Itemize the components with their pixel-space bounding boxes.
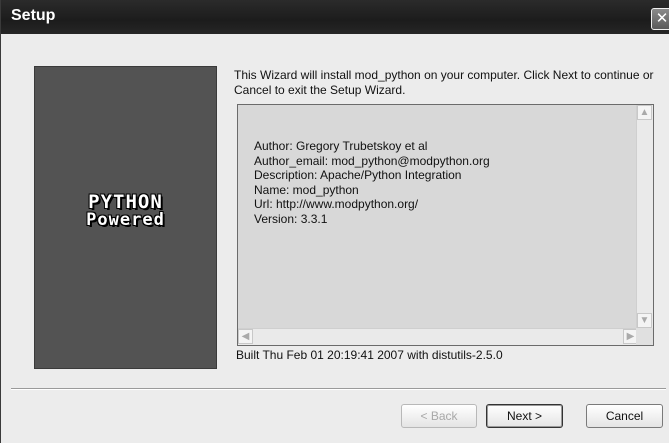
info-line-description: Description: Apache/Python Integration (254, 168, 462, 182)
footer-separator (11, 388, 666, 390)
close-button[interactable]: ✕ (651, 8, 669, 30)
scroll-up-button[interactable]: ▲ (637, 105, 652, 120)
scroll-down-button[interactable]: ▼ (637, 313, 652, 328)
build-info-text: Built Thu Feb 01 20:19:41 2007 with dist… (236, 348, 503, 362)
cancel-button[interactable]: Cancel (586, 404, 663, 428)
up-arrow-icon: ▲ (639, 107, 650, 118)
vertical-scrollbar[interactable]: ▲ ▼ (636, 105, 653, 328)
logo-line-2: Powered (86, 210, 165, 230)
down-arrow-icon: ▼ (639, 315, 650, 326)
title-bar[interactable]: Setup ✕ (1, 0, 669, 34)
package-info-box[interactable]: Author: Gregory Trubetskoy et al Author_… (237, 104, 654, 346)
python-powered-logo: PYTHON Powered (34, 66, 217, 369)
info-line-version: Version: 3.3.1 (254, 211, 328, 226)
horizontal-scrollbar[interactable]: ◀ ▶ (238, 328, 638, 345)
info-line-name: Name: mod_python (254, 182, 359, 197)
info-line-author: Author: Gregory Trubetskoy et al (254, 139, 428, 153)
right-arrow-icon: ▶ (626, 331, 635, 342)
info-line-author-email: Author_email: mod_python@modpython.org (254, 153, 490, 168)
scrollbar-corner (636, 328, 653, 345)
window-title: Setup (11, 7, 56, 24)
scroll-left-button[interactable]: ◀ (238, 329, 253, 344)
next-button[interactable]: Next > (486, 404, 563, 428)
back-button[interactable]: < Back (401, 404, 477, 428)
intro-text: This Wizard will install mod_python on y… (234, 68, 654, 97)
info-line-url: Url: http://www.modpython.org/ (254, 197, 419, 211)
left-arrow-icon: ◀ (241, 331, 250, 342)
setup-window: Setup ✕ PYTHON Powered This Wizard will … (0, 0, 669, 443)
close-icon: ✕ (655, 10, 669, 27)
package-info-text: Author: Gregory Trubetskoy et al Author_… (254, 139, 490, 226)
